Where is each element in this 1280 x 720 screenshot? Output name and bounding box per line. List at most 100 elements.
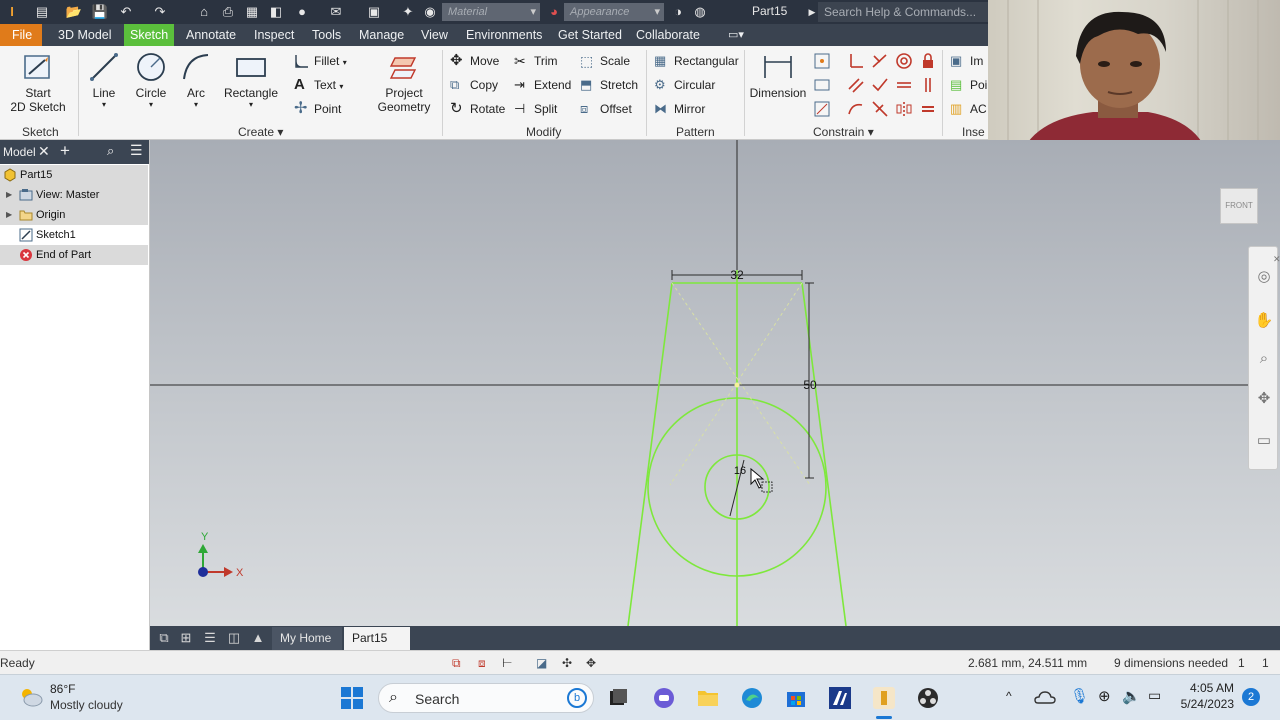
dimension-32-label[interactable]: 32 [730, 268, 744, 282]
copy-button[interactable]: ⧉ Copy [448, 75, 498, 95]
trim-button[interactable]: ✂ Trim [512, 51, 558, 71]
tree-item-origin[interactable]: ▶ Origin [0, 205, 148, 225]
line-button[interactable]: Line ▾ [86, 50, 122, 109]
auto-dimension-icon[interactable] [812, 51, 832, 71]
mirror-button[interactable]: ⧓ Mirror [652, 99, 705, 119]
tab-view[interactable]: View [415, 24, 454, 46]
close-icon[interactable]: ✕ [38, 143, 50, 160]
start-2d-sketch-button[interactable]: Start 2D Sketch [6, 50, 70, 114]
viewcube[interactable]: FRONT [1220, 188, 1258, 224]
appearance-dropdown[interactable]: Appearance [564, 3, 664, 21]
chevron-up-icon[interactable]: ^ [1006, 689, 1012, 703]
select-filter-icon[interactable]: ● [292, 3, 312, 21]
tile-windows-icon[interactable]: ⊞ [178, 630, 194, 646]
tab-annotate[interactable]: Annotate [180, 24, 242, 46]
globe-icon[interactable]: ⊕ [1098, 687, 1111, 705]
redo-icon[interactable]: ↷ [150, 3, 170, 21]
weather-desc[interactable]: Mostly cloudy [50, 698, 123, 712]
text-button[interactable]: A Text ▾ [292, 75, 343, 95]
chevron-right-icon[interactable]: ▶ [6, 205, 12, 225]
show-constraints-icon[interactable] [812, 75, 832, 95]
tab-get-started[interactable]: Get Started [552, 24, 628, 46]
line-dropdown-icon[interactable]: ▾ [86, 100, 122, 109]
perpendicular-constraint-icon[interactable] [846, 51, 866, 71]
status-constraint-icon[interactable]: ⧈ [478, 656, 486, 671]
steering-wheel-icon[interactable]: ◎ [1254, 267, 1274, 287]
cascade-windows-icon[interactable]: ⧉ [156, 630, 172, 646]
equal-constraint-icon[interactable] [918, 99, 938, 119]
dimension-16-label[interactable]: 16 [734, 465, 746, 477]
speaker-icon[interactable]: 🔈 [1122, 687, 1141, 705]
insert-image-button[interactable]: ▣ Im [948, 51, 983, 71]
arrange-up-icon[interactable]: ▲ [250, 630, 266, 646]
clear-appearance-icon[interactable]: ◑ [668, 3, 688, 21]
edge-browser-icon[interactable] [740, 686, 764, 710]
adjust-appearance-icon[interactable]: ◍ [690, 3, 710, 21]
add-tab-icon[interactable]: + [60, 141, 70, 161]
obs-app-icon[interactable] [916, 686, 940, 710]
tab-part15[interactable]: Part15 ✕ [344, 627, 410, 668]
circle-dropdown-icon[interactable]: ▾ [132, 100, 170, 109]
windows-start-icon[interactable] [340, 686, 364, 710]
print-icon[interactable]: ⎙ [218, 3, 238, 21]
create-group-label[interactable]: Create ▾ [238, 125, 283, 139]
move-button[interactable]: ✥ Move [448, 51, 499, 71]
tile-horizontal-icon[interactable]: ☰ [202, 630, 218, 646]
tree-item-sketch1[interactable]: Sketch1 [0, 225, 148, 245]
clock-date[interactable]: 5/24/2023 [1176, 697, 1234, 711]
save-icon[interactable]: 💾 [90, 3, 110, 21]
tab-collaborate[interactable]: Collaborate [630, 24, 706, 46]
sketch-left-line[interactable] [627, 282, 673, 626]
inventor-logo-icon[interactable]: I [2, 3, 22, 21]
insert-acad-button[interactable]: ▥ AC [948, 99, 987, 119]
status-snap-icon[interactable]: ◪ [536, 656, 547, 670]
task-view-icon[interactable] [606, 686, 630, 710]
home-icon[interactable]: ⌂ [194, 3, 214, 21]
notification-badge[interactable]: 2 [1242, 688, 1260, 706]
tab-inspect[interactable]: Inspect [248, 24, 300, 46]
status-tool-icon[interactable]: ⧉ [452, 656, 461, 671]
inventor-app-icon[interactable] [872, 686, 896, 710]
help-search-input[interactable]: Search Help & Commands... [818, 2, 988, 22]
text-dropdown-icon[interactable]: ▾ [339, 82, 343, 91]
tab-environments[interactable]: Environments [460, 24, 548, 46]
tab-sketch[interactable]: Sketch [124, 24, 175, 46]
tab-3d-model[interactable]: 3D Model [52, 24, 118, 46]
tangent-constraint-icon[interactable] [870, 75, 890, 95]
fix-constraint-icon[interactable] [918, 51, 938, 71]
dimension-50-label[interactable]: 50 [803, 378, 817, 392]
sketch-canvas[interactable]: 32 50 16 Y X [150, 140, 1280, 626]
point-button[interactable]: ✢ Point [292, 99, 341, 119]
taskbar-search[interactable]: ⌕ Search b [378, 683, 594, 713]
tree-item-view-master[interactable]: ▶ View: Master [0, 185, 148, 205]
stretch-button[interactable]: ⬒ Stretch [578, 75, 638, 95]
zoom-icon[interactable]: ⌕ [1254, 349, 1274, 369]
extend-button[interactable]: ⇥ Extend [512, 75, 571, 95]
battery-icon[interactable]: ▭ [1148, 687, 1161, 704]
circle-button[interactable]: Circle ▾ [132, 50, 170, 109]
status-inference-icon[interactable]: ✣ [562, 656, 572, 670]
arc-button[interactable]: Arc ▾ [178, 50, 214, 109]
arc-dropdown-icon[interactable]: ▾ [178, 100, 214, 109]
smooth-constraint-icon[interactable] [846, 99, 866, 119]
coincident-constraint-icon[interactable] [870, 51, 890, 71]
sketch-center-point[interactable] [734, 382, 740, 388]
tab-tools[interactable]: Tools [306, 24, 347, 46]
tile-vertical-icon[interactable]: ◫ [226, 630, 242, 646]
material-dropdown[interactable]: Material [442, 3, 540, 21]
microsoft-store-icon[interactable] [784, 686, 808, 710]
graphics-viewport[interactable]: 32 50 16 Y X FRONT ✕ ◎ ✋ ⌕ ✥ ▭ [150, 140, 1280, 626]
undo-icon[interactable]: ↶ [116, 3, 136, 21]
bing-icon[interactable]: b [567, 688, 587, 708]
color-icon[interactable]: ◉ [420, 3, 440, 21]
weather-icon[interactable] [18, 685, 44, 709]
search-icon[interactable]: ⌕ [107, 143, 114, 159]
symmetric-constraint-icon[interactable] [894, 99, 914, 119]
vertical-constraint-icon[interactable] [918, 75, 938, 95]
split-button[interactable]: ⊣ Split [512, 99, 557, 119]
ribbon-options-icon[interactable]: ▭▾ [722, 24, 750, 46]
weather-temp[interactable]: 86°F [50, 682, 75, 696]
concentric-constraint-icon[interactable] [894, 51, 914, 71]
onedrive-icon[interactable] [1034, 689, 1056, 705]
tree-item-end-of-part[interactable]: End of Part [0, 245, 148, 265]
